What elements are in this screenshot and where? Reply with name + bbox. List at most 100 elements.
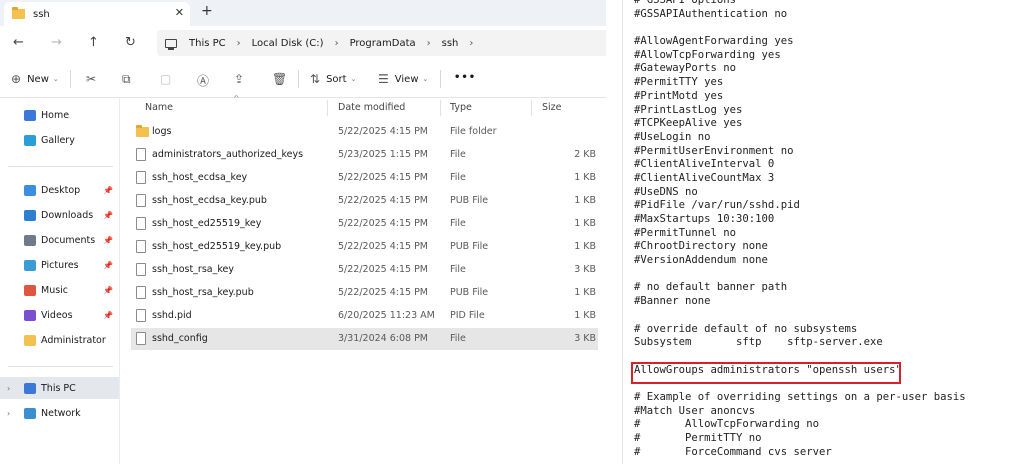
chevron-right-icon[interactable]: › (469, 38, 473, 49)
code-line[interactable]: #PrintMotd yes (634, 90, 966, 104)
view-button[interactable]: ☰ View ⌄ (378, 72, 428, 86)
cell-name: administrators_authorized_keys (152, 149, 304, 160)
sidebar-item-administrator[interactable]: Administrator (0, 329, 119, 351)
new-tab-icon[interactable]: + (201, 3, 213, 19)
code-line[interactable]: #PidFile /var/run/sshd.pid (634, 199, 966, 213)
code-line[interactable]: #AllowAgentForwarding yes (634, 35, 966, 49)
up-icon[interactable]: ↑ (88, 35, 99, 50)
chevron-right-icon[interactable]: › (427, 38, 431, 49)
sidebar-item-network[interactable]: › Network (0, 402, 119, 424)
pin-icon[interactable]: 📌 (103, 186, 113, 195)
column-divider[interactable] (440, 100, 441, 116)
pin-icon[interactable]: 📌 (103, 311, 113, 320)
close-tab-icon[interactable]: ✕ (175, 6, 184, 19)
table-row[interactable]: ssh_host_ecdsa_key.pub 5/22/2025 4:15 PM P… (131, 190, 598, 212)
breadcrumb-programdata[interactable]: ProgramData (350, 38, 416, 49)
chevron-right-icon[interactable]: › (335, 38, 339, 49)
code-line[interactable]: # GSSAPI options (634, 0, 966, 8)
delete-icon[interactable]: 🗑 (272, 72, 293, 86)
code-line[interactable]: # override default of no subsystems (634, 323, 966, 337)
code-line[interactable]: # PermitTTY no (634, 432, 966, 446)
paste-icon[interactable]: ▢ (160, 72, 177, 86)
more-options-button[interactable]: ••• (454, 72, 476, 83)
table-row[interactable]: ssh_host_rsa_key.pub 5/22/2025 4:15 PM PUB… (131, 282, 598, 304)
copy-icon[interactable]: ⧉ (122, 72, 137, 87)
code-line[interactable]: #ClientAliveInterval 0 (634, 158, 966, 172)
expand-chevron-icon[interactable]: › (7, 384, 10, 393)
code-line[interactable]: #UseDNS no (634, 186, 966, 200)
code-line[interactable] (634, 21, 966, 35)
sidebar-item-downloads[interactable]: Downloads 📌 (0, 204, 119, 226)
code-line[interactable]: #ClientAliveCountMax 3 (634, 172, 966, 186)
column-header-name[interactable]: Name (145, 102, 173, 113)
code-line[interactable]: #TCPKeepAlive yes (634, 117, 966, 131)
back-icon[interactable]: ← (13, 35, 24, 50)
share-icon[interactable]: ⇪ (234, 72, 250, 86)
sort-button[interactable]: ⇅ Sort ⌄ (310, 72, 356, 86)
tab-ssh[interactable]: ssh ✕ (4, 2, 190, 26)
refresh-icon[interactable]: ↻ (125, 35, 136, 50)
breadcrumb-local-disk[interactable]: Local Disk (C:) (252, 38, 324, 49)
code-line[interactable]: #PermitTunnel no (634, 227, 966, 241)
chevron-right-icon[interactable]: › (237, 38, 241, 49)
code-line[interactable]: #PermitUserEnvironment no (634, 145, 966, 159)
table-row[interactable]: sshd_config 3/31/2024 6:08 PM File 3 KB (131, 328, 598, 350)
pin-icon[interactable]: 📌 (103, 286, 113, 295)
sidebar-item-videos[interactable]: Videos 📌 (0, 304, 119, 326)
forward-icon[interactable]: → (51, 35, 62, 50)
code-line[interactable]: #MaxStartups 10:30:100 (634, 213, 966, 227)
address-bar[interactable]: This PC › Local Disk (C:) › ProgramData … (157, 30, 606, 56)
desktop-icon (24, 184, 36, 196)
breadcrumb-ssh[interactable]: ssh (442, 38, 459, 49)
code-line[interactable]: #AllowTcpForwarding yes (634, 49, 966, 63)
cut-icon[interactable]: ✂ (86, 72, 102, 86)
table-row[interactable]: ssh_host_ecdsa_key 5/22/2025 4:15 PM File 1… (131, 167, 598, 189)
sidebar-item-desktop[interactable]: Desktop 📌 (0, 179, 119, 201)
code-line[interactable]: # Example of overriding settings on a pe… (634, 391, 966, 405)
code-line[interactable]: #ChrootDirectory none (634, 240, 966, 254)
cell-size: 1 KB (574, 287, 596, 298)
sidebar-item-this-pc[interactable]: › This PC (0, 377, 119, 399)
table-row[interactable]: ssh_host_rsa_key 5/22/2025 4:15 PM File 3 K… (131, 259, 598, 281)
pin-icon[interactable]: 📌 (103, 261, 113, 270)
table-row[interactable]: sshd.pid 6/20/2025 11:23 AM PID File 1 KB (131, 305, 598, 327)
code-line[interactable]: # AllowTcpForwarding no (634, 418, 966, 432)
code-line[interactable]: Subsystem sftp sftp-server.exe (634, 336, 966, 350)
code-text[interactable]: # GSSAPI options #GSSAPIAuthentication no… (634, 0, 966, 459)
pin-icon[interactable]: 📌 (103, 236, 113, 245)
table-row[interactable]: ssh_host_ed25519_key 5/22/2025 4:15 PM Fil… (131, 213, 598, 235)
table-row[interactable]: ssh_host_ed25519_key.pub 5/22/2025 4:15 P… (131, 236, 598, 258)
code-line[interactable]: #GatewayPorts no (634, 62, 966, 76)
expand-chevron-icon[interactable]: › (7, 409, 10, 418)
code-line[interactable]: #Banner none (634, 295, 966, 309)
sidebar-item-documents[interactable]: Documents 📌 (0, 229, 119, 251)
code-line[interactable] (634, 268, 966, 282)
sidebar-item-music[interactable]: Music 📌 (0, 279, 119, 301)
sidebar-item-gallery[interactable]: Gallery (0, 129, 119, 151)
pin-icon[interactable]: 📌 (103, 211, 113, 220)
sshd-config-editor[interactable]: # GSSAPI options #GSSAPIAuthentication no… (622, 0, 1024, 464)
column-divider[interactable] (531, 100, 532, 116)
code-line[interactable]: # no default banner path (634, 281, 966, 295)
code-line[interactable] (634, 309, 966, 323)
table-row[interactable]: logs 5/22/2025 4:15 PM File folder (131, 121, 598, 143)
column-header-date[interactable]: Date modified (338, 102, 405, 113)
code-line[interactable]: #GSSAPIAuthentication no (634, 8, 966, 22)
column-header-type[interactable]: Type (450, 102, 472, 113)
cell-name: sshd.pid (152, 310, 192, 321)
code-line[interactable]: #VersionAddendum none (634, 254, 966, 268)
breadcrumb-this-pc[interactable]: This PC (189, 38, 226, 49)
cell-type: File (450, 149, 466, 160)
code-line[interactable]: # ForceCommand cvs server (634, 446, 966, 460)
table-row[interactable]: administrators_authorized_keys 5/23/2025 … (131, 144, 598, 166)
code-line[interactable]: #Match User anoncvs (634, 405, 966, 419)
code-line[interactable]: #PermitTTY yes (634, 76, 966, 90)
sidebar-item-home[interactable]: Home (0, 104, 119, 126)
new-button[interactable]: ⊕ New ⌄ (11, 72, 59, 86)
sidebar-item-pictures[interactable]: Pictures 📌 (0, 254, 119, 276)
code-line[interactable]: #UseLogin no (634, 131, 966, 145)
column-divider[interactable] (327, 100, 328, 116)
column-header-size[interactable]: Size (542, 102, 562, 113)
code-line[interactable]: #PrintLastLog yes (634, 104, 966, 118)
rename-icon[interactable]: Ⓐ (197, 72, 215, 89)
